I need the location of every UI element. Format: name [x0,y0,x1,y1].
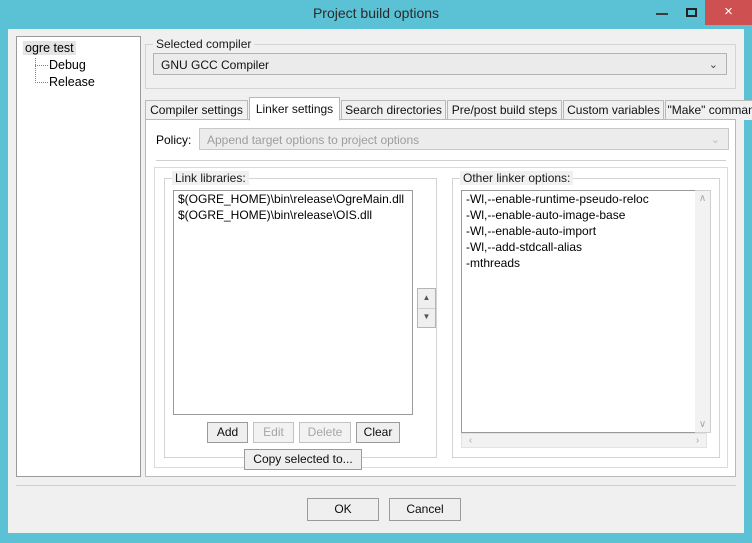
list-item[interactable]: $(OGRE_HOME)\bin\release\OgreMain.dll [174,191,412,207]
policy-separator [156,160,726,161]
tree-connector-vertical [35,58,36,83]
option-line: -Wl,--add-stdcall-alias [466,240,583,254]
tab-linker-settings[interactable]: Linker settings [249,97,340,121]
option-line: -Wl,--enable-auto-import [466,224,597,238]
tree-connector-release [35,82,48,83]
delete-button[interactable]: Delete [299,422,351,443]
move-down-icon[interactable]: ▼ [418,308,435,327]
window-title: Project build options [312,5,440,21]
dialog-client-area: ogre test Debug Release Selected compile… [8,29,752,533]
compiler-select-value: GNU GCC Compiler [161,58,270,72]
list-item[interactable]: $(OGRE_HOME)\bin\release\OIS.dll [174,207,412,223]
other-linker-options-group: Other linker options: -Wl,--enable-runti… [452,171,720,458]
other-linker-options-textarea[interactable]: -Wl,--enable-runtime-pseudo-reloc -Wl,--… [461,190,699,433]
linker-settings-page: Policy: Append target options to project… [145,119,736,477]
policy-select-value: Append target options to project options [207,133,420,147]
selected-compiler-label: Selected compiler [153,37,255,51]
tab-custom-variables[interactable]: Custom variables [563,100,664,120]
edit-button[interactable]: Edit [253,422,294,443]
tab-pre-post-build-steps[interactable]: Pre/post build steps [447,100,562,120]
clear-button[interactable]: Clear [356,422,400,443]
link-libraries-group: Link libraries: $(OGRE_HOME)\bin\release… [164,171,437,470]
option-line: -Wl,--enable-runtime-pseudo-reloc [466,192,649,206]
tree-item-release[interactable]: Release [49,75,95,89]
policy-label: Policy: [156,133,192,147]
title-bar: Project build options × [0,0,752,29]
chevron-down-icon: ⌄ [710,134,720,146]
vertical-scrollbar[interactable]: ∧ ∨ [695,190,711,433]
dialog-window: Project build options × ogre test Debug … [0,0,752,543]
compiler-select[interactable]: GNU GCC Compiler ⌄ [153,53,727,75]
move-up-icon[interactable]: ▲ [418,289,435,309]
close-button[interactable]: × [705,0,752,25]
link-libraries-list[interactable]: $(OGRE_HOME)\bin\release\OgreMain.dll $(… [173,190,413,415]
tab-compiler-settings[interactable]: Compiler settings [145,100,248,120]
tab-strip: Compiler settings Linker settings Search… [145,97,752,121]
policy-select[interactable]: Append target options to project options… [199,128,729,150]
scroll-down-icon[interactable]: ∨ [695,417,710,432]
minimize-button[interactable] [645,0,679,25]
tree-connector-debug [35,65,48,66]
link-libraries-label: Link libraries: [172,171,249,185]
target-tree[interactable]: ogre test Debug Release [16,36,141,477]
scroll-up-icon[interactable]: ∧ [695,191,710,206]
close-icon: × [724,3,733,20]
minimize-icon [656,13,668,15]
reorder-spinner[interactable]: ▲ ▼ [417,288,436,328]
option-line: -Wl,--enable-auto-image-base [466,208,626,222]
tab-make-commands[interactable]: "Make" commands [665,100,752,120]
chevron-down-icon: ⌄ [708,59,718,71]
maximize-icon [686,8,697,17]
cancel-button[interactable]: Cancel [389,498,461,521]
tree-item-root[interactable]: ogre test [23,41,76,55]
horizontal-scrollbar[interactable]: ‹ › [461,433,707,448]
scroll-right-icon[interactable]: › [690,434,705,447]
option-line: -mthreads [466,256,521,270]
tree-item-debug[interactable]: Debug [49,58,86,72]
add-button[interactable]: Add [207,422,248,443]
maximize-button[interactable] [675,0,709,25]
copy-selected-to-button[interactable]: Copy selected to... [244,449,362,470]
scroll-left-icon[interactable]: ‹ [463,434,478,447]
policy-row: Policy: Append target options to project… [146,128,735,154]
ok-button[interactable]: OK [307,498,379,521]
options-panel: Selected compiler GNU GCC Compiler ⌄ Com… [145,36,752,477]
other-linker-options-label: Other linker options: [460,171,574,185]
tab-search-directories[interactable]: Search directories [341,100,446,120]
linker-content-frame: Link libraries: $(OGRE_HOME)\bin\release… [154,167,728,470]
footer-separator [16,485,736,486]
